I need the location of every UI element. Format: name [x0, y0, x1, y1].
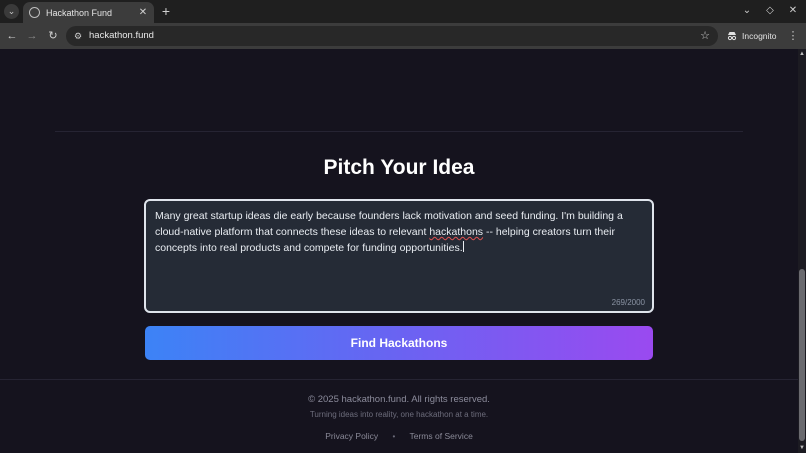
footer-separator: •	[392, 432, 396, 441]
pitch-textarea[interactable]: Many great startup ideas die early becau…	[144, 199, 654, 313]
new-tab-plus-icon[interactable]: +	[158, 3, 174, 19]
tagline-text: Turning ideas into reality, one hackatho…	[309, 410, 489, 419]
page-viewport: Pitch Your Idea Many great startup ideas…	[0, 49, 798, 453]
pitch-text: Many great startup ideas die early becau…	[155, 208, 645, 256]
site-settings-icon[interactable]: ⚙	[72, 30, 84, 42]
tab-search-chevron-icon[interactable]: ⌄	[4, 4, 19, 19]
spellcheck-word: hackathons	[429, 226, 484, 238]
tab-title: Hackathon Fund	[46, 7, 113, 18]
footer-links: Privacy Policy • Terms of Service	[0, 431, 798, 441]
footer: © 2025 hackathon.fund. All rights reserv…	[0, 379, 798, 453]
bookmark-star-icon[interactable]: ☆	[700, 29, 710, 42]
url-text: hackathon.fund	[89, 30, 154, 41]
section-divider	[55, 131, 743, 132]
scroll-up-arrow-icon[interactable]: ▲	[798, 51, 806, 57]
kebab-menu-icon[interactable]: ⋮	[787, 28, 799, 44]
forward-arrow-icon[interactable]: →	[24, 28, 40, 44]
incognito-icon	[727, 32, 737, 41]
incognito-label: Incognito	[742, 31, 777, 41]
reload-icon[interactable]: ↻	[45, 28, 61, 44]
text-cursor	[462, 241, 464, 252]
copyright-text: © 2025 hackathon.fund. All rights reserv…	[308, 394, 490, 405]
tab-search-dropdown-icon[interactable]: ⌄	[739, 3, 755, 19]
character-counter: 269/2000	[611, 298, 645, 307]
window-close-icon[interactable]: ✕	[785, 3, 801, 19]
browser-toolbar: ← → ↻ ⚙ hackathon.fund ☆ Incognito ⋮	[0, 23, 806, 49]
incognito-indicator[interactable]: Incognito	[727, 28, 777, 44]
find-hackathons-button[interactable]: Find Hackathons	[145, 326, 653, 360]
page-title: Pitch Your Idea	[323, 156, 475, 179]
privacy-policy-link[interactable]: Privacy Policy	[325, 431, 378, 441]
page-scrollbar[interactable]: ▲ ▼	[798, 49, 806, 453]
terms-of-service-link[interactable]: Terms of Service	[410, 431, 473, 441]
back-arrow-icon[interactable]: ←	[4, 28, 20, 44]
tab-bar: ⌄ Hackathon Fund ✕ + ⌄ ◇ ✕	[0, 0, 806, 23]
scrollbar-thumb[interactable]	[799, 269, 805, 441]
active-tab[interactable]: Hackathon Fund ✕	[23, 2, 154, 23]
globe-favicon-icon	[29, 7, 40, 18]
scroll-down-arrow-icon[interactable]: ▼	[798, 445, 806, 451]
tab-close-icon[interactable]: ✕	[138, 7, 148, 18]
address-bar[interactable]: ⚙ hackathon.fund ☆	[66, 26, 718, 46]
window-restore-icon[interactable]: ◇	[762, 3, 778, 19]
